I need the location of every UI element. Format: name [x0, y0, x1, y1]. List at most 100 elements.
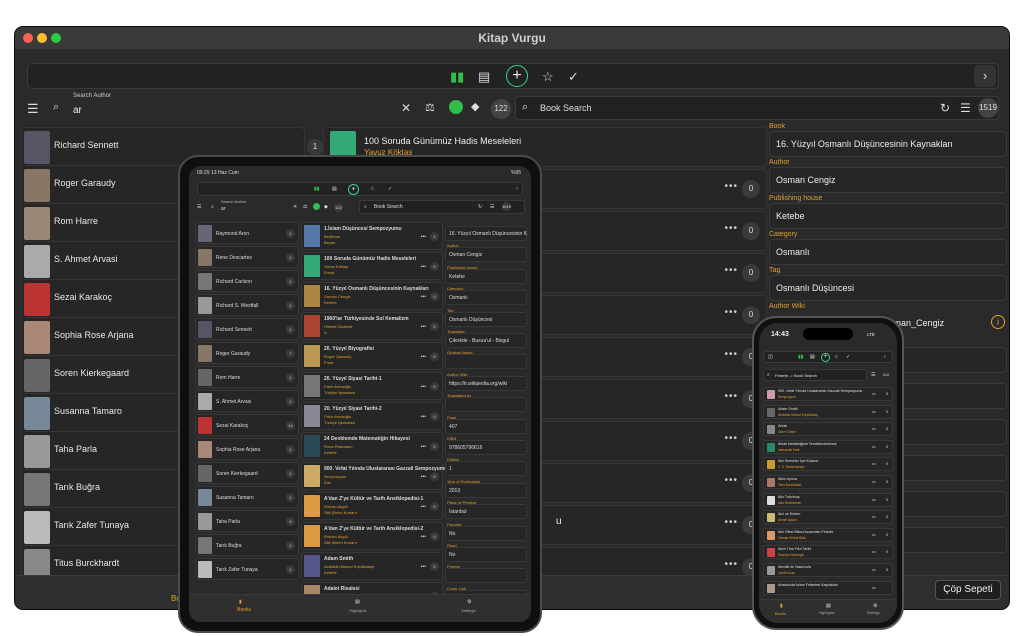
detail-field[interactable]: Osmanlı Düşüncesi [445, 311, 527, 327]
more-icon[interactable]: ••• [421, 444, 426, 450]
more-icon[interactable]: ••• [724, 223, 738, 234]
detail-book-field[interactable]: 16. Yüzyıl Osmanlı Düşüncesinin Kaynakla… [769, 131, 1007, 157]
book-row[interactable]: Alevilik ile Tasavvufa Cahit Kosar ••• 0 [763, 563, 893, 577]
detail-field[interactable]: Çıkrıkde - Busuu'ul - Bisgul [445, 333, 527, 348]
more-icon[interactable]: ••• [724, 559, 738, 570]
more-icon[interactable]: ••• [872, 392, 876, 396]
more-icon[interactable]: ••• [872, 462, 876, 466]
chevron-right-icon[interactable]: › [974, 65, 996, 87]
sort-icon[interactable]: ⚖ [425, 101, 435, 114]
author-row[interactable]: Roger Garaudy 7 [195, 342, 299, 364]
author-filter-icon[interactable] [449, 100, 463, 114]
phone-search-field[interactable]: ⌕ Felsefe -> Book Search [763, 369, 867, 381]
more-icon[interactable]: ••• [421, 534, 426, 540]
zoom-window-button[interactable] [51, 33, 61, 43]
detail-field[interactable]: Osmanlı [445, 290, 527, 306]
author-row[interactable]: Taha Parla 6 [195, 510, 299, 532]
author-search-input[interactable]: ar [73, 105, 82, 116]
more-icon[interactable]: ••• [421, 354, 426, 360]
author-row[interactable]: Rom Harre 1 [195, 366, 299, 388]
detail-category-field[interactable]: Osmanlı [769, 239, 1007, 265]
minimize-window-button[interactable] [37, 33, 47, 43]
more-icon[interactable]: ••• [421, 384, 426, 390]
detail-field[interactable]: No [445, 525, 527, 541]
author-row[interactable]: Susanna Tamaro 1 [195, 486, 299, 508]
book-row[interactable]: Aklı Tutulmuş Max Horkheimer ••• 0 [763, 492, 893, 507]
detail-field[interactable]: 407 [445, 418, 527, 434]
tag-icon[interactable]: ◆ [471, 100, 479, 113]
author-row[interactable]: Tarık Buğra 2 [195, 534, 299, 556]
tab-settings[interactable]: Settings [461, 608, 475, 613]
more-icon[interactable]: ••• [421, 234, 426, 240]
author-row[interactable]: Raymond Aron 1 [195, 222, 299, 244]
more-icon[interactable]: ••• [421, 474, 426, 480]
checkmark-icon[interactable]: ✓ [846, 354, 850, 360]
book-search-field[interactable]: ⌕ Book Search ↻ ☰ 1519 [359, 200, 525, 214]
book-row[interactable]: 1.İslam Düşüncesi Sempozyumu Bedirhan Beya… [301, 222, 443, 250]
star-icon[interactable]: ☆ [370, 186, 374, 192]
book-search-field[interactable]: ⌕ Book Search ↻ ☰ 1519 [515, 96, 999, 120]
close-window-button[interactable] [23, 33, 33, 43]
book-row[interactable]: 16. Yüzyıl Osmanlı Düşüncesinin Kaynakla… [301, 282, 443, 310]
clear-search-icon[interactable]: ✕ [401, 101, 411, 115]
book-row[interactable]: 24 Denklemde Matematiğin Hikayesi Rona Pl… [301, 432, 443, 460]
star-icon[interactable]: ☆ [542, 67, 554, 87]
detail-field[interactable]: İstanbul [445, 504, 527, 520]
book-row[interactable]: Ahlak Metafiziğinin Temellendirilmesi Imm… [763, 439, 893, 454]
checkmark-icon[interactable]: ✓ [568, 67, 579, 87]
book-row[interactable]: Adam Smith Abdullah Mesud Küçükkalay Keteb… [301, 552, 443, 580]
book-row[interactable]: 100 Soruda Günümüz Hadis Meseleleri Yavuz… [301, 252, 443, 280]
more-icon[interactable]: ••• [724, 475, 738, 486]
tab-highlights[interactable]: Highlights [349, 608, 367, 613]
more-icon[interactable]: ••• [872, 586, 876, 590]
more-icon[interactable]: ••• [872, 533, 876, 537]
book-row[interactable]: Aklın Ayrıca Titus Burckhardt ••• 0 [763, 475, 893, 489]
more-icon[interactable]: ••• [724, 181, 738, 192]
books-tab-icon[interactable]: ▮ [239, 599, 242, 605]
books-icon[interactable]: ▤ [810, 354, 815, 360]
author-row[interactable]: Richard Carlson 1 [195, 270, 299, 292]
book-row[interactable]: 20. Yüzyıl Siyasi Tarihi-2 Fahir Armaoğlu… [301, 402, 443, 430]
more-icon[interactable]: ••• [724, 517, 738, 528]
detail-field[interactable]: 978605796616 [445, 440, 527, 455]
trash-button[interactable]: Çöp Sepeti [935, 580, 1001, 600]
author-row[interactable]: Richard Sennett 1 [195, 318, 299, 340]
more-icon[interactable]: ••• [724, 265, 738, 276]
book-row[interactable]: Akıl Kimseler İçin Kılavuz C. E. Bahçesar… [763, 457, 893, 472]
tab-books[interactable]: Books [775, 611, 786, 616]
more-icon[interactable]: ••• [872, 480, 876, 484]
book-row[interactable]: 900. Vefat Yılında Uluslararası Gazzali … [301, 462, 447, 490]
books-tab-icon[interactable]: ▮ [780, 603, 783, 609]
star-icon[interactable]: ☆ [834, 354, 838, 360]
book-row[interactable]: Akıl Ötesi Bilinci Açısından Felsefe Osma… [763, 527, 893, 542]
settings-gear-icon[interactable]: ⚙ [467, 599, 471, 605]
more-icon[interactable]: ••• [724, 349, 738, 360]
detail-field[interactable]: No [445, 547, 527, 562]
book-row[interactable]: Akıl ve Erdem Ahmet Aycan ••• 0 [763, 510, 893, 525]
tab-highlights[interactable]: Highlights [819, 611, 834, 615]
highlights-tab-icon[interactable]: ▤ [355, 599, 360, 605]
refresh-icon[interactable]: ↻ [940, 101, 950, 115]
book-row[interactable]: 900. Vefat Yılında Uluslararası Gazzali … [763, 387, 893, 401]
books-icon[interactable]: ▤ [332, 186, 337, 192]
more-icon[interactable]: ••• [421, 414, 426, 420]
library-icon[interactable]: ▮▮ [450, 67, 464, 87]
book-row[interactable]: 1960'lar Türkiyesinde Sol Kemalizm Hikmet… [301, 312, 443, 340]
library-icon[interactable]: ▮▮ [798, 354, 804, 360]
book-row[interactable]: Anadoluda İslam Felsefesi Kaynakları ••• [763, 580, 893, 595]
book-row[interactable]: A'dan Z'ye Kültür ve Tarih Ansiklopedisi… [301, 492, 443, 520]
add-book-button[interactable]: + [506, 65, 528, 87]
more-icon[interactable]: ••• [872, 410, 876, 414]
more-icon[interactable]: ••• [421, 324, 426, 330]
detail-field[interactable] [445, 354, 527, 370]
more-icon[interactable]: ••• [724, 433, 738, 444]
book-row[interactable]: A'dan Z'ye Kültür ve Tarih Ansiklopedisi… [301, 522, 443, 550]
author-filter-icon[interactable] [313, 203, 320, 210]
detail-field[interactable] [445, 568, 527, 584]
author-row[interactable]: Sophia Rose Arjana 1 [195, 438, 299, 460]
author-row[interactable]: Rene Descartes 2 [195, 246, 299, 268]
detail-field[interactable]: Osman Cengiz [445, 247, 527, 263]
more-icon[interactable]: ••• [872, 515, 876, 519]
author-row[interactable]: Soren Kierkegaard 1 [195, 462, 299, 484]
book-row[interactable]: 20. Yüzyıl Siyasi Tarihi-1 Fahir Armaoğlu… [301, 372, 443, 400]
